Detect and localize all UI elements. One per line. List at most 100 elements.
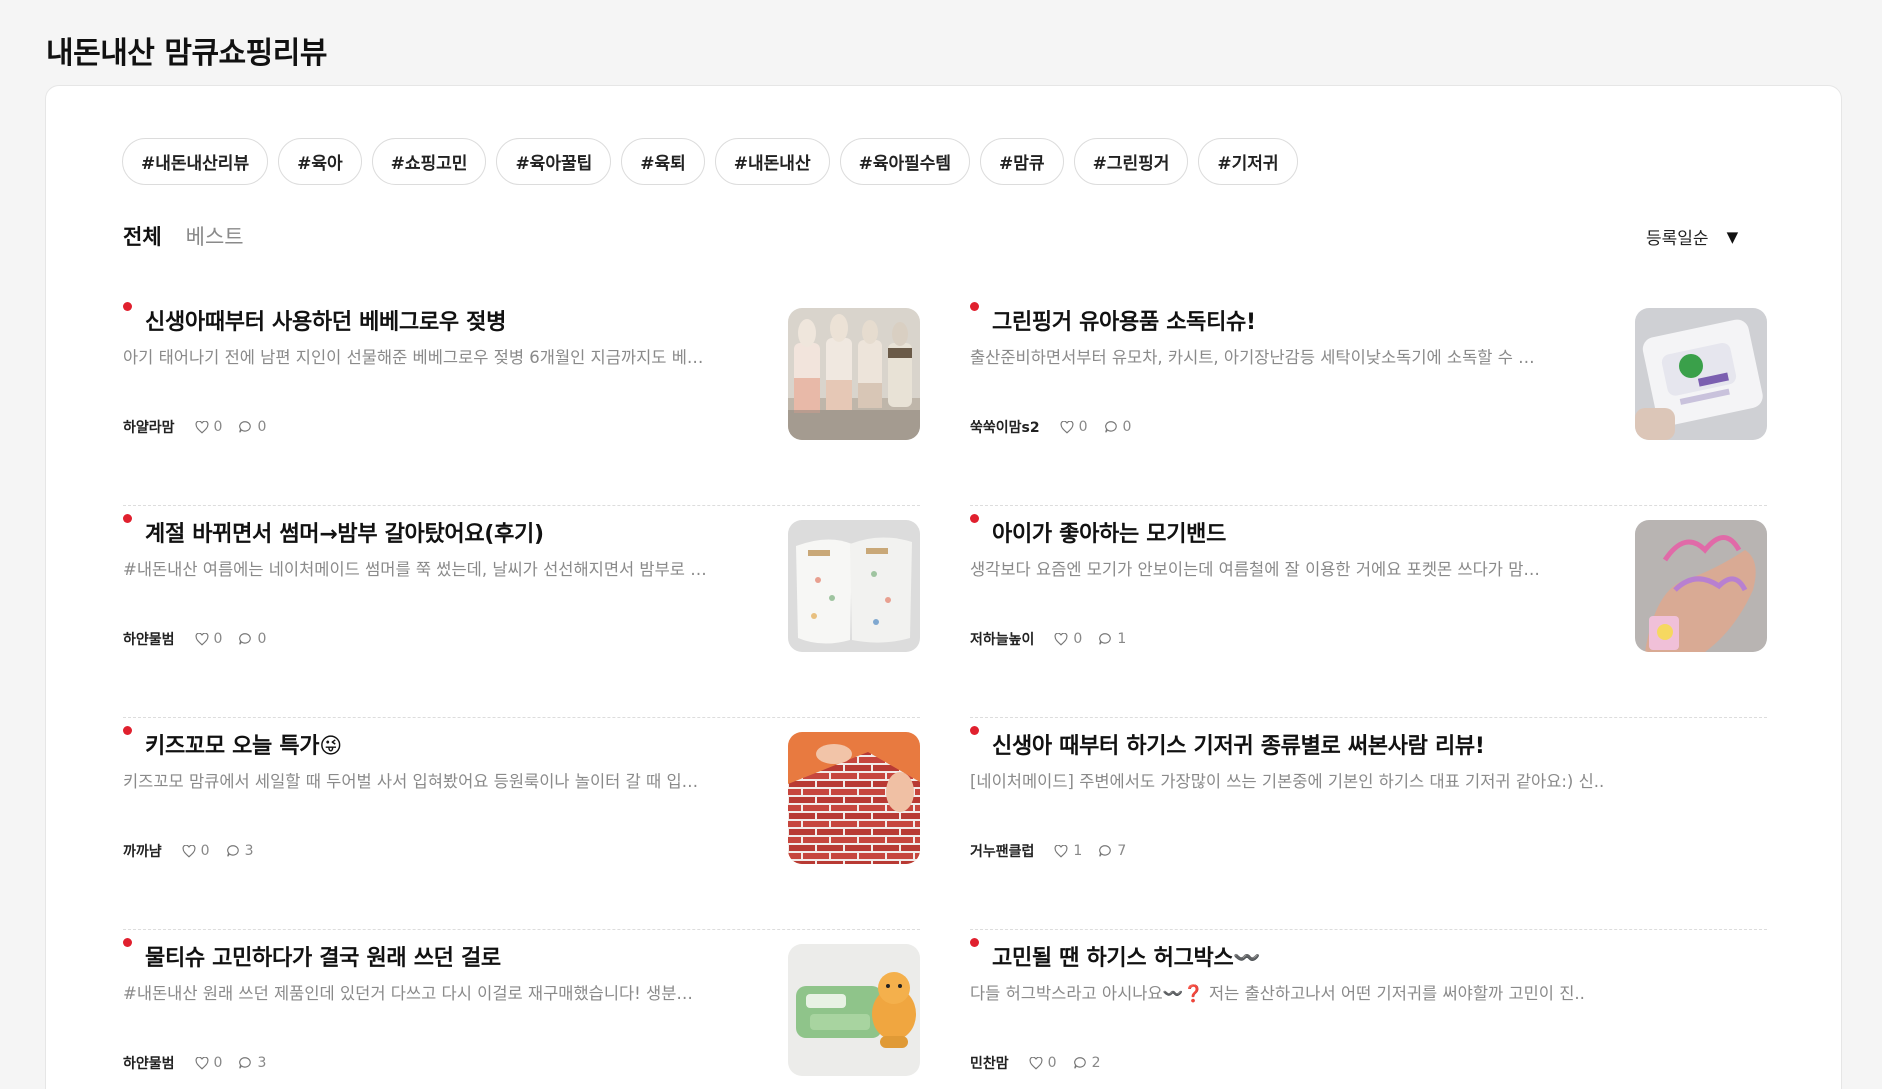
mosquito-band-photo[interactable] [1635,520,1767,652]
post-author[interactable]: 저하늘높이 [970,629,1034,649]
post-title[interactable]: 아이가 좋아하는 모기밴드 [992,516,1612,548]
comment-icon [239,633,252,645]
wet-tissue-pack-photo[interactable] [1635,308,1767,440]
post-excerpt: 키즈꼬모 맘큐에서 세일할 때 두어벌 사서 입혀봤어요 등원룩이나 놀이터 갈… [123,772,699,791]
post-excerpt: 아기 태어나기 전에 남편 지인이 선물해준 베베그로우 젖병 6개월인 지금까… [123,348,704,367]
like-count: 0 [195,1055,223,1071]
new-dot-icon [970,938,979,947]
filter-tabs: 전체 베스트 [123,221,244,251]
caret-down-icon: ▼ [1726,227,1739,246]
comment-count: 1 [1098,631,1126,647]
like-count: 0 [1054,631,1082,647]
review-post[interactable]: 물티슈 고민하다가 결국 원래 쓰던 걸로 #내돈내산 원래 쓰던 제품인데 있… [123,930,920,1089]
comment-count-value: 3 [244,843,254,859]
new-dot-icon [123,726,132,735]
hashtag-chip[interactable]: #그린핑거 [1073,138,1189,185]
post-author[interactable]: 쑥쑥이맘s2 [970,417,1040,437]
hashtag-chip[interactable]: #내돈내산 [714,138,830,185]
post-author[interactable]: 민찬맘 [970,1053,1009,1073]
new-dot-icon [970,302,979,311]
hashtag-chip[interactable]: #육퇴 [621,138,705,185]
post-meta: 민찬맘 0 2 [970,1053,1116,1073]
post-meta: 쑥쑥이맘s2 0 0 [970,417,1147,437]
heart-icon [1054,844,1068,858]
post-author[interactable]: 하얀물범 [123,629,175,649]
like-count: 0 [1029,1055,1057,1071]
comment-count-value: 2 [1091,1055,1101,1071]
hashtag-chip[interactable]: #육아꿀팁 [496,138,612,185]
new-dot-icon [123,938,132,947]
review-post[interactable]: 키즈꼬모 오늘 특가😜 키즈꼬모 맘큐에서 세일할 때 두어벌 사서 입혀봤어요… [123,718,920,930]
baby-bottles-photo[interactable] [788,308,920,440]
like-count-value: 0 [213,419,223,435]
post-title[interactable]: 신생아 때부터 하기스 기저귀 종류별로 써본사람 리뷰! [992,728,1772,760]
comment-icon [1099,633,1112,645]
comment-count-value: 7 [1117,843,1127,859]
hashtag-chip[interactable]: #육아필수템 [839,138,971,185]
hashtag-chip[interactable]: #쇼핑고민 [371,138,487,185]
post-author[interactable]: 하얀물범 [123,1053,175,1073]
heart-icon [1054,632,1068,646]
comment-count: 0 [238,419,266,435]
comment-icon [226,845,239,857]
post-excerpt: 출산준비하면서부터 유모차, 카시트, 아기장난감등 세탁이낮소독기에 소독할 … [970,348,1535,367]
comment-icon [1104,421,1117,433]
tab-all[interactable]: 전체 [123,221,162,251]
post-title[interactable]: 물티슈 고민하다가 결국 원래 쓰던 걸로 [145,940,765,972]
post-author[interactable]: 거누팬클럽 [970,841,1034,861]
hashtag-chip[interactable]: #기저귀 [1198,138,1298,185]
like-count-value: 0 [1047,1055,1057,1071]
comment-count-value: 1 [1117,631,1127,647]
post-title[interactable]: 그린핑거 유아용품 소독티슈! [992,304,1612,336]
huggies-wipes-photo[interactable] [788,944,920,1076]
comment-icon [239,421,252,433]
review-post[interactable]: 계절 바뀌면서 썸머→밤부 갈아탔어요(후기) #내돈내산 여름에는 네이처메이… [123,506,920,718]
sort-dropdown[interactable]: 등록일순 ▼ [1646,224,1766,250]
post-meta: 저하늘높이 0 1 [970,629,1142,649]
heart-icon [182,844,196,858]
post-meta: 하얀물범 0 3 [123,1053,282,1073]
review-card: #내돈내산리뷰 #육아 #쇼핑고민 #육아꿀팁 #육퇴 #내돈내산 #육아필수템… [45,85,1842,1089]
post-title[interactable]: 신생아때부터 사용하던 베베그로우 젖병 [145,304,765,336]
post-author[interactable]: 까까냠 [123,841,162,861]
like-count-value: 1 [1073,843,1083,859]
hashtag-chip[interactable]: #내돈내산리뷰 [122,138,269,185]
new-dot-icon [123,514,132,523]
review-post[interactable]: 신생아때부터 사용하던 베베그로우 젖병 아기 태어나기 전에 남편 지인이 선… [123,294,920,506]
post-title[interactable]: 키즈꼬모 오늘 특가😜 [145,728,765,760]
comment-count: 0 [1104,419,1131,435]
tab-best[interactable]: 베스트 [186,221,244,251]
review-post[interactable]: 그린핑거 유아용품 소독티슈! 출산준비하면서부터 유모차, 카시트, 아기장난… [970,294,1767,506]
review-post[interactable]: 아이가 좋아하는 모기밴드 생각보다 요즘엔 모기가 안보이는데 여름철에 잘 … [970,506,1767,718]
like-count-value: 0 [1078,419,1088,435]
new-dot-icon [123,302,132,311]
post-excerpt: [네이처메이드] 주변에서도 가장많이 쓰는 기본중에 기본인 하기스 대표 기… [970,772,1605,791]
like-count: 0 [182,843,210,859]
diapers-photo[interactable] [788,520,920,652]
brick-blocks-photo[interactable] [788,732,920,864]
heart-icon [195,632,208,646]
post-meta: 거누팬클럽 1 7 [970,841,1142,861]
comment-count: 7 [1098,843,1126,859]
review-post[interactable]: 신생아 때부터 하기스 기저귀 종류별로 써본사람 리뷰! [네이처메이드] 주… [970,718,1767,930]
heart-icon [1060,420,1074,434]
review-post[interactable]: 고민될 땐 하기스 허그박스〰️ 다들 허그박스라고 아시나요〰️❓ 저는 출산… [970,930,1767,1089]
heart-icon [1029,1056,1043,1070]
sort-label: 등록일순 [1646,229,1709,249]
post-author[interactable]: 하얄라맘 [123,417,175,437]
comment-count-value: 0 [257,631,267,647]
comment-count: 2 [1073,1055,1101,1071]
post-excerpt: 생각보다 요즘엔 모기가 안보이는데 여름철에 잘 이용한 거에요 포켓몬 쓰다… [970,560,1540,579]
new-dot-icon [970,514,979,523]
new-dot-icon [970,726,979,735]
hashtag-chip[interactable]: #맘큐 [980,138,1064,185]
post-excerpt: #내돈내산 원래 쓰던 제품인데 있던거 다쓰고 다시 이걸로 재구매했습니다!… [123,984,693,1003]
heart-icon [195,1056,208,1070]
post-title[interactable]: 고민될 땐 하기스 허그박스〰️ [992,940,1772,972]
comment-icon [1099,845,1112,857]
post-meta: 하얀물범 0 0 [123,629,282,649]
hashtag-chip[interactable]: #육아 [278,138,362,185]
post-excerpt: 다들 허그박스라고 아시나요〰️❓ 저는 출산하고나서 어떤 기저귀를 써야할까… [970,984,1585,1003]
like-count-value: 0 [213,1055,223,1071]
post-title[interactable]: 계절 바뀌면서 썸머→밤부 갈아탔어요(후기) [145,516,765,548]
